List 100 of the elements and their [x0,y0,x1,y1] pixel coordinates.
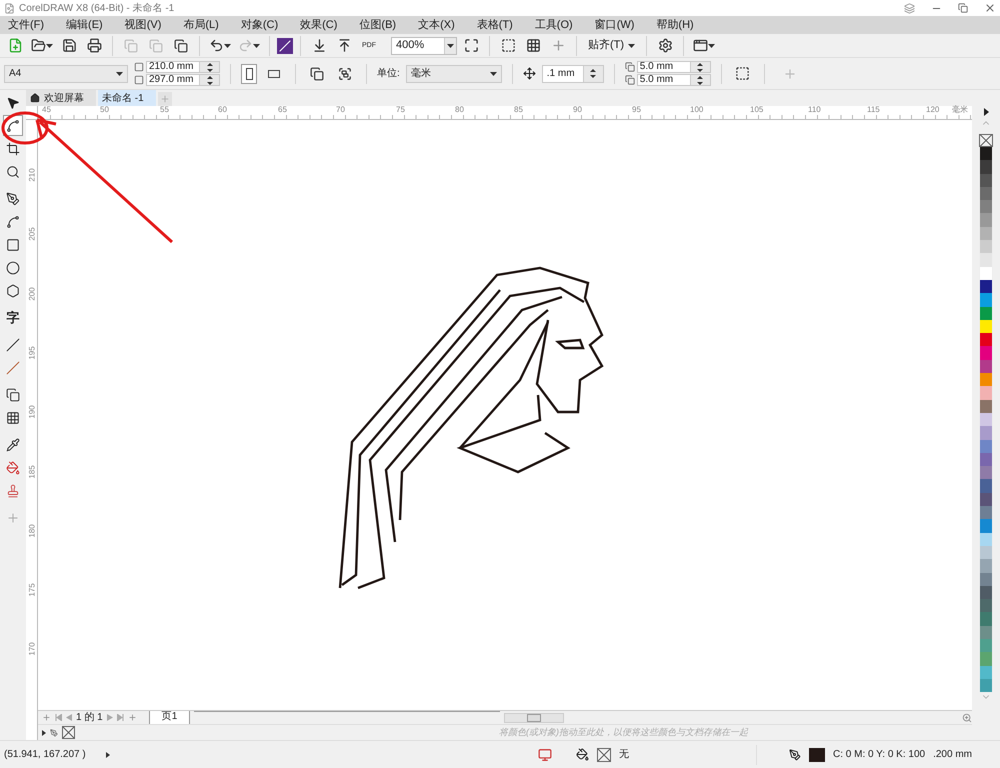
color-swatch[interactable] [979,559,993,572]
menu-item[interactable]: 位图(B) [353,16,402,34]
nudge-distance-field[interactable]: .1 mm [542,64,604,82]
menu-item[interactable]: 编辑(E) [60,16,109,34]
units-dropdown[interactable]: 毫米 [406,64,502,82]
color-swatch[interactable] [979,346,993,360]
ruler-label: 60 [218,106,227,114]
color-swatch[interactable] [979,400,993,413]
menu-item[interactable]: 窗口(W) [588,16,640,34]
color-swatch[interactable] [979,280,993,294]
caret-icon [490,72,497,76]
color-swatch[interactable] [979,200,993,214]
page-dimension-field[interactable]: 210.0 mm [146,61,220,73]
document-tab[interactable]: 欢迎屏幕 [26,90,96,106]
monitor-icon[interactable] [538,748,552,762]
color-swatch[interactable] [979,386,993,400]
color-swatch[interactable] [979,240,993,254]
full-screen-icon [464,38,478,53]
color-swatch[interactable] [979,360,993,374]
expand-arrow-icon[interactable] [984,108,988,116]
menu-item[interactable]: 对象(C) [234,16,284,34]
color-swatch[interactable] [979,320,993,334]
spin-button[interactable] [690,62,710,72]
grid-icon [526,38,540,53]
menu-item[interactable]: 工具(O) [528,16,579,34]
pen-tool-icon [6,192,20,206]
no-color-swatch[interactable] [62,726,75,739]
fill-status: 无 [619,748,629,762]
dimension-tool-icon [6,338,20,352]
ruler-label: 50 [100,106,109,114]
text-tool[interactable]: 字 [3,307,23,328]
color-swatch[interactable] [979,147,993,160]
color-swatch[interactable] [979,678,993,692]
restore-icon[interactable] [958,3,968,13]
spin-button[interactable] [690,75,710,85]
color-swatch[interactable] [979,412,993,426]
export-icon [336,38,352,53]
color-swatch[interactable] [979,572,993,586]
edit-icon[interactable] [50,728,58,736]
color-swatch[interactable] [979,652,993,666]
menu-item[interactable]: 文件(F) [2,16,50,34]
color-swatch[interactable] [979,174,993,187]
menu-item[interactable]: 视图(V) [118,16,168,34]
expand-arrow-icon[interactable] [106,752,110,758]
color-swatch[interactable] [979,492,993,506]
color-swatch[interactable] [979,479,993,493]
page-tab[interactable]: 页1 [148,710,190,724]
page-size-dropdown[interactable]: A4 [4,64,128,82]
color-swatch[interactable] [979,373,993,386]
color-swatch[interactable] [979,626,993,639]
color-swatch[interactable] [979,666,993,679]
zoom-level-field[interactable]: 400% [391,36,457,54]
color-swatch[interactable] [979,546,993,560]
color-swatch[interactable] [979,440,993,453]
menu-item[interactable]: 布局(L) [177,16,225,34]
color-swatch[interactable] [979,226,993,240]
close-icon[interactable] [984,2,996,14]
menu-item[interactable]: 文本(X) [412,16,461,34]
down-arrow-icon [697,82,704,84]
color-swatch[interactable] [979,186,993,200]
spin-button[interactable] [199,75,219,85]
color-swatch[interactable] [979,638,993,652]
color-swatch[interactable] [979,306,993,320]
menu-item[interactable]: 效果(C) [294,16,344,34]
down-arrow-icon [697,68,704,72]
color-swatch[interactable] [979,612,993,626]
portrait-button[interactable] [241,64,257,84]
menu-item[interactable]: 表格(T) [470,16,519,34]
zoom-icon[interactable] [962,712,972,722]
color-swatch[interactable] [979,293,993,307]
color-swatch[interactable] [979,506,993,520]
snap-to-button[interactable]: 贴齐(T) [584,37,640,54]
app-icon [4,2,15,14]
ruler-label: 55 [160,106,169,114]
color-swatch[interactable] [979,266,993,280]
color-swatch[interactable] [979,586,993,600]
no-color-swatch[interactable] [979,134,993,147]
color-swatch[interactable] [979,426,993,440]
portrait-page-icon [246,68,252,80]
color-swatch[interactable] [979,213,993,227]
duplicate-distance-field[interactable]: 5.0 mm [636,61,711,73]
menu-item[interactable]: 帮助(H) [650,16,700,34]
color-swatch[interactable] [979,333,993,346]
slash-icon [279,40,291,52]
horizontal-scrollbar[interactable] [504,712,564,722]
ruler-label: 180 [28,524,37,538]
expand-arrow-icon[interactable] [42,730,46,736]
color-swatch[interactable] [979,160,993,174]
color-swatch[interactable] [979,253,993,267]
document-tab[interactable]: 未命名 -1 [98,90,156,106]
spin-button[interactable] [199,62,219,72]
color-swatch[interactable] [979,519,993,533]
caret-icon [708,44,716,48]
duplicate-distance-field[interactable]: 5.0 mm [636,74,711,86]
spin-button[interactable] [582,66,603,82]
color-swatch[interactable] [979,466,993,480]
page-dimension-field[interactable]: 297.0 mm [146,74,220,86]
color-swatch[interactable] [979,452,993,466]
color-swatch[interactable] [979,532,993,546]
color-swatch[interactable] [979,599,993,612]
